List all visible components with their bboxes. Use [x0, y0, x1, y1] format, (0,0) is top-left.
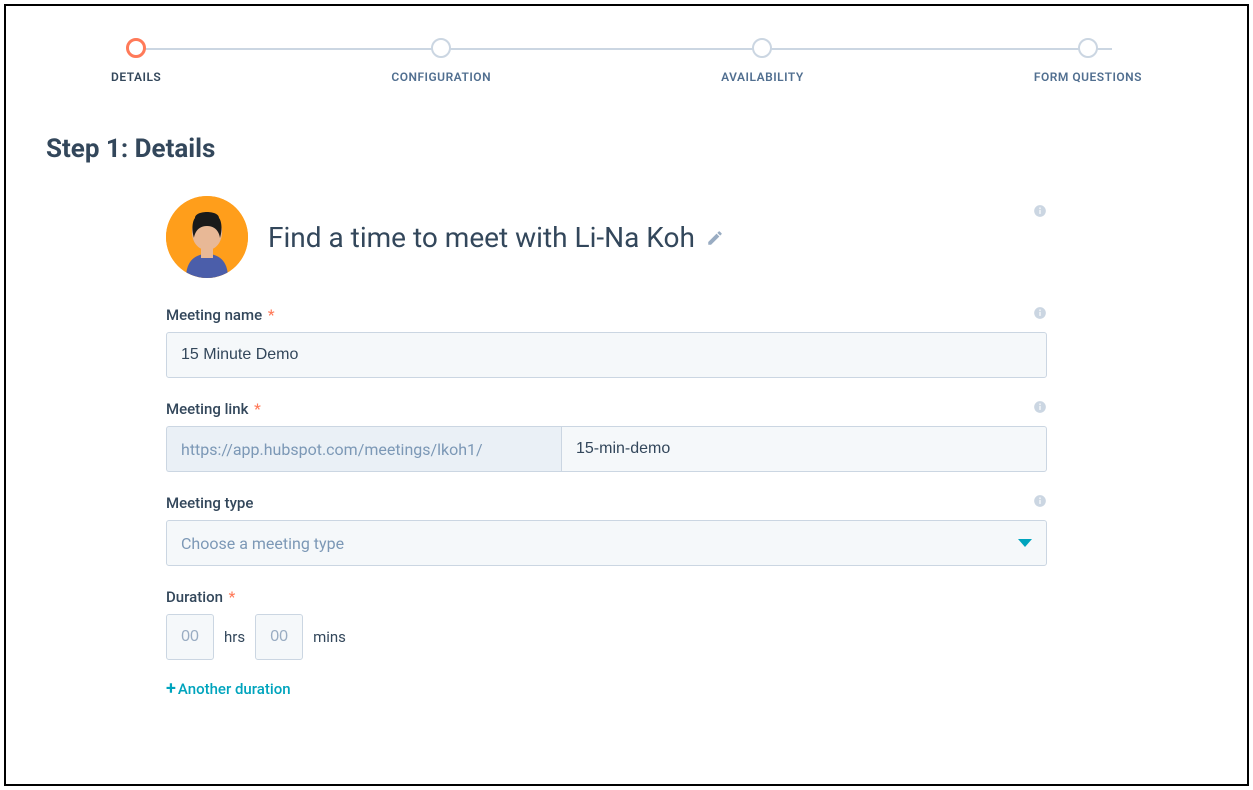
headline-value: Find a time to meet with Li-Na Koh — [268, 221, 695, 254]
info-icon[interactable] — [1033, 306, 1047, 324]
page-container: DETAILS CONFIGURATION AVAILABILITY FORM … — [4, 4, 1249, 786]
add-duration-button[interactable]: + Another duration — [166, 678, 291, 699]
page-title: Step 1: Details — [46, 134, 1207, 164]
duration-row: hrs mins — [166, 614, 1047, 660]
field-duration: Duration * hrs mins + Another duration — [166, 588, 1047, 699]
step-circle-icon — [752, 38, 772, 58]
field-meeting-link: Meeting link * https://app.hubspot.com/m… — [166, 400, 1047, 472]
duration-label: Duration * — [166, 588, 235, 606]
label-text: Duration — [166, 588, 223, 606]
step-circle-icon — [431, 38, 451, 58]
meeting-type-select[interactable]: Choose a meeting type — [166, 520, 1047, 566]
info-icon[interactable] — [1033, 204, 1047, 222]
duration-hrs-unit: hrs — [224, 628, 245, 646]
label-text: Meeting link — [166, 400, 248, 418]
plus-icon: + — [166, 678, 176, 699]
duration-mins-unit: mins — [313, 628, 346, 646]
info-icon[interactable] — [1033, 494, 1047, 512]
required-marker: * — [250, 400, 260, 418]
step-availability[interactable]: AVAILABILITY — [721, 38, 804, 84]
meeting-type-placeholder: Choose a meeting type — [181, 534, 344, 553]
chevron-down-icon — [1018, 539, 1032, 547]
meeting-link-group: https://app.hubspot.com/meetings/lkoh1/ — [166, 426, 1047, 472]
form-area: Find a time to meet with Li-Na Koh Meeti… — [46, 196, 1207, 699]
field-meeting-name: Meeting name * — [166, 306, 1047, 378]
required-marker: * — [225, 588, 235, 606]
step-circle-icon — [1078, 38, 1098, 58]
stepper-line — [141, 48, 1112, 50]
label-text: Meeting name — [166, 306, 262, 324]
field-meeting-type: Meeting type Choose a meeting type — [166, 494, 1047, 566]
meeting-name-label: Meeting name * — [166, 306, 275, 324]
meeting-link-prefix: https://app.hubspot.com/meetings/lkoh1/ — [166, 426, 561, 472]
headline-row: Find a time to meet with Li-Na Koh — [166, 196, 1047, 278]
step-circle-icon — [126, 38, 146, 58]
step-form-questions[interactable]: FORM QUESTIONS — [1034, 38, 1142, 84]
duration-mins-input[interactable] — [255, 614, 303, 660]
step-details[interactable]: DETAILS — [111, 38, 161, 84]
meeting-link-input[interactable] — [561, 426, 1047, 472]
step-configuration[interactable]: CONFIGURATION — [391, 38, 491, 84]
pencil-icon[interactable] — [706, 221, 724, 254]
meeting-name-input[interactable] — [166, 332, 1047, 378]
avatar — [166, 196, 248, 278]
required-marker: * — [264, 306, 274, 324]
duration-hrs-input[interactable] — [166, 614, 214, 660]
step-label: FORM QUESTIONS — [1034, 70, 1142, 84]
step-label: AVAILABILITY — [721, 70, 804, 84]
stepper: DETAILS CONFIGURATION AVAILABILITY FORM … — [46, 38, 1207, 84]
step-label: DETAILS — [111, 70, 161, 84]
headline-text: Find a time to meet with Li-Na Koh — [268, 221, 724, 254]
meeting-type-label: Meeting type — [166, 494, 253, 512]
meeting-link-label: Meeting link * — [166, 400, 261, 418]
step-label: CONFIGURATION — [391, 70, 491, 84]
info-icon[interactable] — [1033, 400, 1047, 418]
add-duration-label: Another duration — [178, 680, 291, 698]
